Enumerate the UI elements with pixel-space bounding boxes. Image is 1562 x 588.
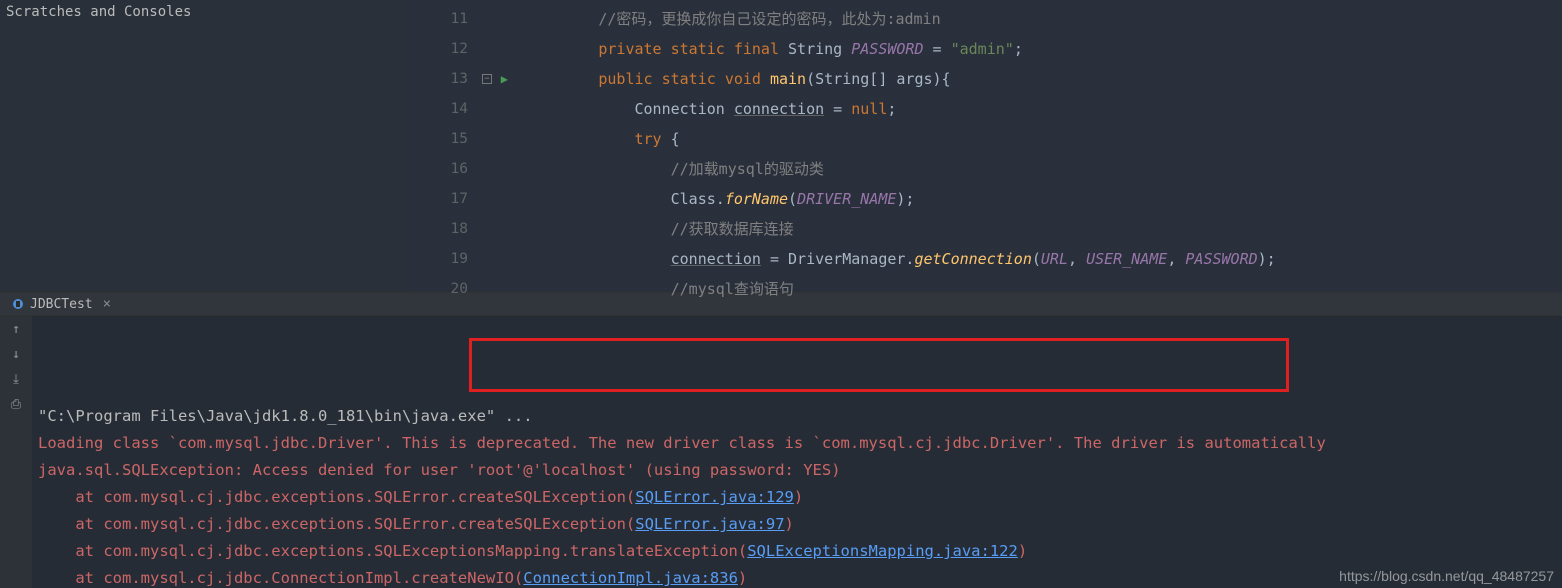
line-number: 11 — [410, 4, 490, 34]
stacktrace-link[interactable]: SQLError.java:129 — [635, 488, 794, 506]
fold-icon[interactable]: − — [482, 74, 492, 84]
arrow-down-icon[interactable]: ↓ — [12, 347, 20, 362]
code-editor[interactable]: 111213▶−14151617181920 //密码，更换成你自己设定的密码，… — [410, 0, 1562, 292]
editor-gutter: 111213▶−14151617181920 — [410, 0, 490, 292]
line-number: 19 — [410, 244, 490, 274]
run-console: ↑ ↓ ⤓ ⎙ "C:\Program Files\Java\jdk1.8.0_… — [0, 316, 1562, 588]
line-number: 20 — [410, 274, 490, 304]
code-line[interactable]: Class.forName(DRIVER_NAME); — [490, 184, 1562, 214]
line-number: 16 — [410, 154, 490, 184]
code-line[interactable]: //获取数据库连接 — [490, 214, 1562, 244]
console-line: at com.mysql.cj.jdbc.exceptions.SQLExcep… — [38, 538, 1558, 565]
line-number: 15 — [410, 124, 490, 154]
code-line[interactable]: connection = DriverManager.getConnection… — [490, 244, 1562, 274]
code-line[interactable]: //mysql查询语句 — [490, 274, 1562, 304]
line-number: 18 — [410, 214, 490, 244]
console-line: at com.mysql.cj.jdbc.ConnectionImpl.crea… — [38, 565, 1558, 588]
watermark-text: https://blog.csdn.net/qq_48487257 — [1339, 568, 1554, 584]
line-number: 14 — [410, 94, 490, 124]
highlight-box — [469, 338, 1289, 392]
stacktrace-link[interactable]: ConnectionImpl.java:836 — [523, 569, 738, 587]
line-number: 17 — [410, 184, 490, 214]
line-number: 12 — [410, 34, 490, 64]
close-icon[interactable]: × — [103, 296, 111, 312]
console-line: "C:\Program Files\Java\jdk1.8.0_181\bin\… — [38, 403, 1558, 430]
code-line[interactable]: public static void main(String[] args){ — [490, 64, 1562, 94]
code-line[interactable]: try { — [490, 124, 1562, 154]
console-output[interactable]: "C:\Program Files\Java\jdk1.8.0_181\bin\… — [32, 316, 1562, 588]
code-content[interactable]: //密码，更换成你自己设定的密码，此处为:admin private stati… — [490, 0, 1562, 292]
export-icon[interactable]: ⤓ — [13, 372, 19, 387]
code-line[interactable]: private static final String PASSWORD = "… — [490, 34, 1562, 64]
run-config-icon — [12, 298, 24, 310]
print-icon[interactable]: ⎙ — [11, 397, 21, 412]
sidebar-item-label: Scratches and Consoles — [6, 4, 191, 20]
console-line: at com.mysql.cj.jdbc.exceptions.SQLError… — [38, 511, 1558, 538]
run-tab-label[interactable]: JDBCTest — [30, 297, 93, 312]
project-sidebar[interactable]: Scratches and Consoles — [0, 0, 410, 292]
code-line[interactable]: //加载mysql的驱动类 — [490, 154, 1562, 184]
console-line: java.sql.SQLException: Access denied for… — [38, 457, 1558, 484]
line-number: 13▶− — [410, 64, 490, 94]
console-line: at com.mysql.cj.jdbc.exceptions.SQLError… — [38, 484, 1558, 511]
scratches-and-consoles-node[interactable]: Scratches and Consoles — [0, 2, 410, 22]
run-gutter-icon[interactable]: ▶ — [501, 72, 508, 86]
stacktrace-link[interactable]: SQLExceptionsMapping.java:122 — [747, 542, 1018, 560]
arrow-up-icon[interactable]: ↑ — [12, 322, 20, 337]
editor-split: Scratches and Consoles 111213▶−141516171… — [0, 0, 1562, 292]
console-toolbar: ↑ ↓ ⤓ ⎙ — [0, 316, 32, 588]
console-line: Loading class `com.mysql.jdbc.Driver'. T… — [38, 430, 1558, 457]
code-line[interactable]: //密码，更换成你自己设定的密码，此处为:admin — [490, 4, 1562, 34]
code-line[interactable]: Connection connection = null; — [490, 94, 1562, 124]
stacktrace-link[interactable]: SQLError.java:97 — [635, 515, 784, 533]
